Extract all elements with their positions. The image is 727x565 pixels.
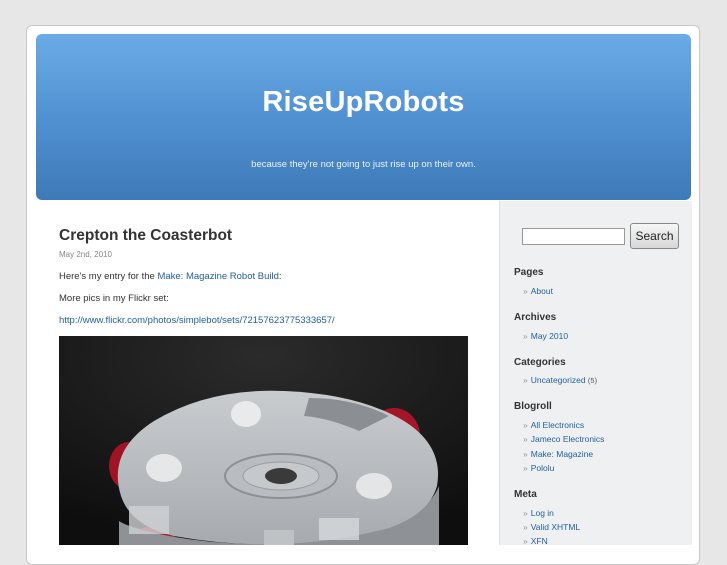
bullet-icon: » xyxy=(523,522,528,532)
post-photo-coasterbot[interactable] xyxy=(59,336,468,545)
bullet-icon: » xyxy=(523,508,528,518)
sidebar-item-label: May 2010 xyxy=(530,331,569,341)
sidebar-item-uncategorized[interactable]: » Uncategorized (5) xyxy=(523,375,597,385)
sidebar-item-label: Jameco Electronics xyxy=(530,434,605,444)
blog-tagline: because they're not going to just rise u… xyxy=(251,159,476,170)
sidebar-item-may-2010[interactable]: » May 2010 xyxy=(523,331,568,341)
bullet-icon: » xyxy=(523,449,528,459)
post-date: May 2nd, 2010 xyxy=(59,250,112,259)
sidebar-heading-pages: Pages xyxy=(514,267,544,278)
sidebar-heading-blogroll: Blogroll xyxy=(514,401,552,412)
sidebar-item-label: All Electronics xyxy=(530,420,585,430)
sidebar-heading-meta: Meta xyxy=(514,489,537,500)
more-pics-paragraph: More pics in my Flickr set: xyxy=(59,293,169,304)
sidebar-item-about[interactable]: » About xyxy=(523,286,553,296)
sidebar-item-make-magazine[interactable]: » Make: Magazine xyxy=(523,449,593,459)
bullet-icon: » xyxy=(523,463,528,473)
sidebar-item-label: Make: Magazine xyxy=(530,449,594,459)
sidebar-item-jameco-electronics[interactable]: » Jameco Electronics xyxy=(523,434,604,444)
flickr-paragraph: http://www.flickr.com/photos/simplebot/s… xyxy=(59,315,335,326)
blog-header: RiseUpRobots because they're not going t… xyxy=(36,34,691,200)
sidebar: Search Pages » About Archives » May 2010 C… xyxy=(499,201,692,546)
search-button[interactable]: Search xyxy=(630,223,679,249)
bullet-icon: » xyxy=(523,375,528,385)
entry-suffix: : xyxy=(278,271,282,282)
bullet-icon: » xyxy=(523,331,528,341)
sidebar-item-all-electronics[interactable]: » All Electronics xyxy=(523,420,584,430)
sidebar-item-log-in[interactable]: » Log in xyxy=(523,508,554,518)
post-entry-paragraph: Here's my entry for the Make: Magazine R… xyxy=(59,271,282,282)
sidebar-heading-archives: Archives xyxy=(514,312,557,323)
sidebar-item-label: Valid XHTML xyxy=(530,522,581,532)
sidebar-item-label: Pololu xyxy=(530,463,555,473)
flickr-set-link[interactable]: http://www.flickr.com/photos/simplebot/s… xyxy=(59,315,335,326)
coasterbot-image xyxy=(59,336,468,545)
entry-text: Here's my entry for the xyxy=(59,271,158,282)
sidebar-item-pololu[interactable]: » Pololu xyxy=(523,463,554,473)
sidebar-item-label: Log in xyxy=(530,508,554,518)
bullet-icon: » xyxy=(523,434,528,444)
sidebar-item-label: About xyxy=(530,286,553,296)
sidebar-item-label: Uncategorized xyxy=(530,375,586,385)
bullet-icon: » xyxy=(523,286,528,296)
blog-title[interactable]: RiseUpRobots xyxy=(36,86,691,119)
search-input[interactable] xyxy=(522,228,625,245)
post-title[interactable]: Crepton the Coasterbot xyxy=(59,227,232,245)
bullet-icon: » xyxy=(523,420,528,430)
category-count: (5) xyxy=(587,376,598,385)
sidebar-item-valid-xhtml[interactable]: » Valid XHTML xyxy=(523,522,580,532)
make-robot-build-link[interactable]: Make: Magazine Robot Build xyxy=(157,271,278,282)
sidebar-heading-categories: Categories xyxy=(514,357,566,368)
